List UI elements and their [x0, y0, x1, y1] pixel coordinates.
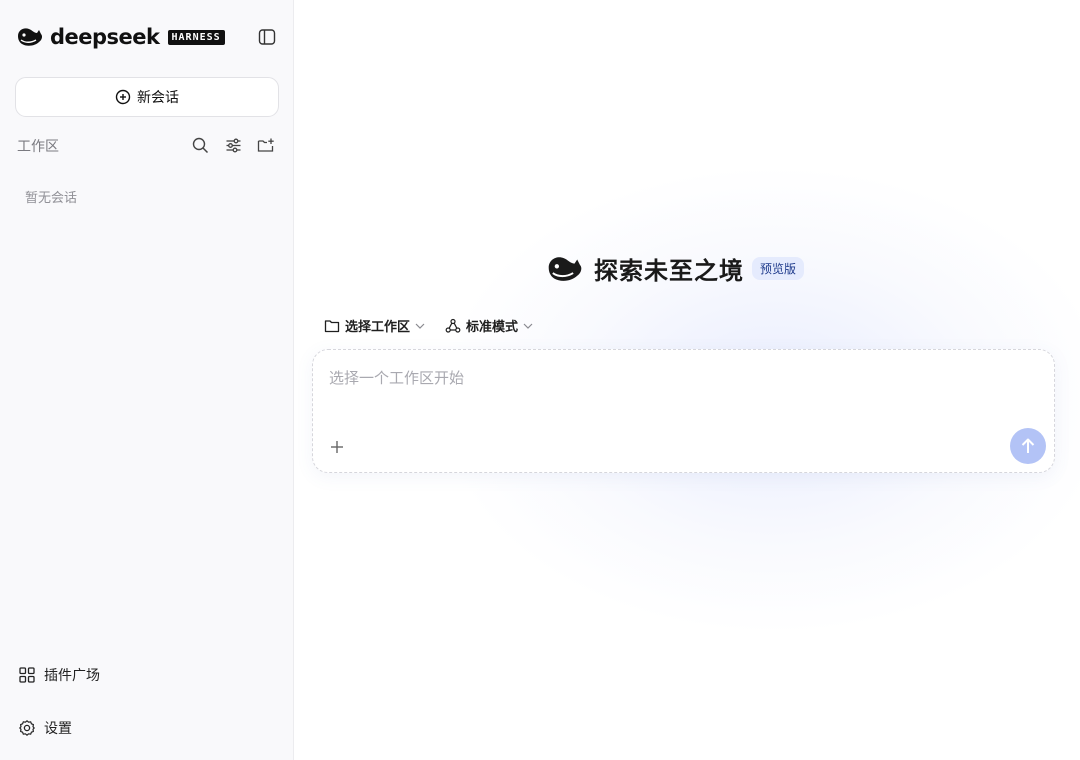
- composer-selectors: 选择工作区 标准模式: [324, 316, 533, 335]
- sliders-icon: [225, 137, 242, 154]
- composer-input[interactable]: [329, 366, 1009, 390]
- chevron-down-icon: [415, 322, 425, 330]
- whale-logo-icon: [16, 24, 44, 50]
- brand-name: deepseek: [50, 25, 160, 49]
- settings-label: 设置: [44, 721, 72, 737]
- brand-badge: HARNESS: [167, 29, 225, 45]
- arrow-up-icon: [1020, 437, 1036, 455]
- composer: [312, 349, 1055, 473]
- plus-circle-icon: [115, 89, 131, 105]
- hero: 探索未至之境 预览版: [546, 251, 805, 286]
- mode-selector[interactable]: 标准模式: [445, 316, 533, 335]
- filter-button[interactable]: [222, 134, 244, 156]
- new-chat-label: 新会话: [137, 90, 179, 106]
- app-window: deepseek HARNESS 新会话 工作区 暂无会话 插件广场 设置 探索…: [0, 0, 1080, 760]
- plus-icon: [330, 440, 344, 454]
- workspace-selector-label: 选择工作区: [345, 320, 411, 335]
- attach-button[interactable]: [327, 437, 347, 457]
- mode-selector-label: 标准模式: [466, 320, 519, 335]
- sidebar: deepseek HARNESS 新会话 工作区 暂无会话 插件广场 设置: [0, 0, 294, 760]
- grid-icon: [18, 666, 36, 684]
- chevron-down-icon: [523, 322, 533, 330]
- gear-icon: [18, 719, 36, 737]
- search-button[interactable]: [189, 134, 211, 156]
- whale-hero-icon: [546, 254, 584, 284]
- workspace-section-title: 工作区: [17, 139, 59, 155]
- preview-badge: 预览版: [752, 257, 805, 280]
- settings-link[interactable]: 设置: [18, 718, 72, 738]
- hero-title: 探索未至之境: [594, 257, 744, 285]
- add-folder-button[interactable]: [255, 134, 277, 156]
- empty-sessions-text: 暂无会话: [25, 191, 78, 206]
- folder-icon: [324, 319, 340, 333]
- search-icon: [192, 137, 209, 154]
- sidebar-toggle-icon: [258, 28, 276, 46]
- sidebar-toggle-button[interactable]: [256, 26, 278, 48]
- plugin-market-label: 插件广场: [44, 668, 100, 684]
- new-chat-button[interactable]: 新会话: [15, 77, 279, 117]
- brand: deepseek HARNESS: [16, 24, 225, 50]
- mode-icon: [445, 318, 461, 334]
- send-button[interactable]: [1010, 428, 1046, 464]
- workspace-actions: [189, 134, 277, 156]
- main-area: 探索未至之境 预览版 选择工作区 标准模式 选择一个工作区开始: [294, 0, 1080, 760]
- folder-plus-icon: [257, 137, 275, 154]
- plugin-market-link[interactable]: 插件广场: [18, 665, 100, 685]
- workspace-selector[interactable]: 选择工作区: [324, 316, 425, 335]
